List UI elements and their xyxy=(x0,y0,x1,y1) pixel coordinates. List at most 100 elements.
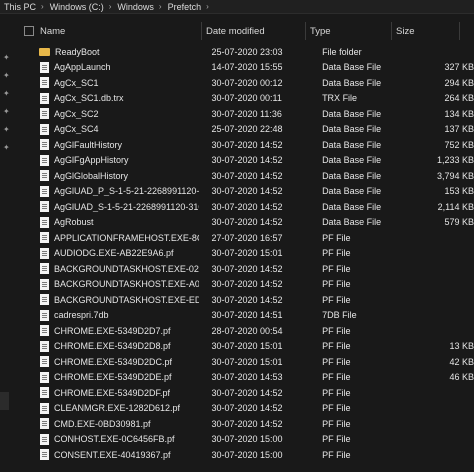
pin-icon[interactable]: ✦ xyxy=(3,144,11,152)
file-row[interactable]: CLEANMGR.EXE-1282D612.pf 30-07-2020 14:52… xyxy=(14,401,474,417)
file-date: 30-07-2020 00:12 xyxy=(211,77,283,88)
file-name: APPLICATIONFRAMEHOST.EXE-8CE9A... xyxy=(54,232,199,243)
file-name-cell: CHROME.EXE-5349D2D8.pf xyxy=(14,340,199,352)
file-row[interactable]: CHROME.EXE-5349D2DE.pf 30-07-2020 14:53 PF… xyxy=(14,370,474,386)
file-date: 30-07-2020 14:52 xyxy=(211,403,283,414)
file-row[interactable]: BACKGROUNDTASKHOST.EXE-A00755... 30-07-20… xyxy=(14,277,474,293)
file-date: 30-07-2020 14:52 xyxy=(211,170,283,181)
navigation-scrollbar[interactable] xyxy=(0,392,9,410)
file-name-cell: ReadyBoot xyxy=(14,47,199,57)
file-name-cell: BACKGROUNDTASKHOST.EXE-A00755... xyxy=(14,278,200,290)
file-type: Data Base File xyxy=(322,155,382,166)
file-row[interactable]: CHROME.EXE-5349D2DC.pf 30-07-2020 15:01 PF… xyxy=(14,354,474,370)
file-name: BACKGROUNDTASKHOST.EXE-A00755... xyxy=(54,279,200,290)
file-name-cell: BACKGROUNDTASKHOST.EXE-020134... xyxy=(14,263,199,275)
file-row[interactable]: AgCx_SC2 30-07-2020 11:36 Data Base File 13… xyxy=(14,106,474,122)
file-row[interactable]: AgGlFaultHistory 30-07-2020 14:52 Data Bas… xyxy=(14,137,474,153)
file-size: 1,233 KB xyxy=(436,155,474,166)
file-name: CHROME.EXE-5349D2DC.pf xyxy=(54,356,173,367)
file-name: AgCx_SC1.db.trx xyxy=(54,93,124,104)
chevron-right-icon[interactable]: › xyxy=(204,2,211,11)
select-all-checkbox[interactable] xyxy=(24,26,34,36)
file-type: 7DB File xyxy=(322,310,357,321)
file-type: PF File xyxy=(322,325,351,336)
chevron-right-icon[interactable]: › xyxy=(107,2,114,11)
file-row[interactable]: AgGlUAD_P_S-1-5-21-2268991120-3109... 30-… xyxy=(14,184,474,200)
file-row[interactable]: CHROME.EXE-5349D2D8.pf 30-07-2020 15:01 PF… xyxy=(14,339,474,355)
chevron-right-icon[interactable]: › xyxy=(157,2,164,11)
column-header-name-label: Name xyxy=(40,25,66,37)
file-date: 30-07-2020 14:52 xyxy=(211,217,283,228)
pin-icon[interactable]: ✦ xyxy=(3,90,11,98)
file-row[interactable]: BACKGROUNDTASKHOST.EXE-020134... 30-07-20… xyxy=(14,261,474,277)
document-icon xyxy=(40,170,49,182)
file-name: CMD.EXE-0BD30981.pf xyxy=(54,418,151,429)
column-header-size[interactable]: Size xyxy=(392,22,460,40)
document-icon xyxy=(40,433,49,445)
file-name: ReadyBoot xyxy=(55,46,100,57)
document-icon xyxy=(40,247,49,259)
column-header-date[interactable]: Date modified xyxy=(202,22,306,40)
file-row[interactable]: CHROME.EXE-5349D2D7.pf 28-07-2020 00:54 PF… xyxy=(14,323,474,339)
file-type: PF File xyxy=(322,232,351,243)
document-icon xyxy=(40,340,49,352)
file-type: Data Base File xyxy=(322,186,382,197)
file-type: Data Base File xyxy=(322,217,382,228)
file-name-cell: CONHOST.EXE-0C6456FB.pf xyxy=(14,433,199,445)
pin-icon[interactable]: ✦ xyxy=(3,108,11,116)
file-type: File folder xyxy=(322,46,362,57)
file-row[interactable]: ReadyBoot 25-07-2020 23:03 File folder xyxy=(14,44,474,60)
file-date: 30-07-2020 14:52 xyxy=(211,418,283,429)
column-header-type[interactable]: Type xyxy=(306,22,392,40)
file-date: 30-07-2020 14:52 xyxy=(211,279,283,290)
file-size: 752 KB xyxy=(444,139,474,150)
file-row[interactable]: AgCx_SC1.db.trx 30-07-2020 00:11 TRX File 2… xyxy=(14,91,474,107)
breadcrumb-prefetch[interactable]: Prefetch xyxy=(164,2,205,12)
file-date: 30-07-2020 00:11 xyxy=(211,93,282,104)
file-row[interactable]: AgCx_SC1 30-07-2020 00:12 Data Base File 29… xyxy=(14,75,474,91)
file-date: 30-07-2020 14:52 xyxy=(211,263,283,274)
file-name-cell: BACKGROUNDTASKHOST.EXE-ED1FC... xyxy=(14,294,199,306)
breadcrumb-this-pc[interactable]: This PC xyxy=(0,2,39,12)
file-row[interactable]: AgCx_SC4 25-07-2020 22:48 Data Base File 13… xyxy=(14,122,474,138)
file-name-cell: CMD.EXE-0BD30981.pf xyxy=(14,418,199,430)
file-date: 25-07-2020 23:03 xyxy=(211,46,283,57)
pin-icon[interactable]: ✦ xyxy=(3,72,11,80)
file-name-cell: CONSENT.EXE-40419367.pf xyxy=(14,449,199,461)
file-row[interactable]: AUDIODG.EXE-AB22E9A6.pf 30-07-2020 15:01 P… xyxy=(14,246,474,262)
file-row[interactable]: AgGlFgAppHistory 30-07-2020 14:52 Data Bas… xyxy=(14,153,474,169)
file-row[interactable]: AgAppLaunch 14-07-2020 15:55 Data Base Fil… xyxy=(14,60,474,76)
document-icon xyxy=(40,325,49,337)
file-type: Data Base File xyxy=(322,124,382,135)
file-row[interactable]: CONSENT.EXE-40419367.pf 30-07-2020 15:00 P… xyxy=(14,447,474,463)
file-row[interactable]: BACKGROUNDTASKHOST.EXE-ED1FC... 30-07-202… xyxy=(14,292,474,308)
file-name: AgCx_SC1 xyxy=(54,77,99,88)
file-type: Data Base File xyxy=(322,77,382,88)
file-row[interactable]: CMD.EXE-0BD30981.pf 30-07-2020 14:52 PF Fi… xyxy=(14,416,474,432)
file-name: AgGlUAD_P_S-1-5-21-2268991120-3109... xyxy=(54,186,200,197)
file-row[interactable]: CHROME.EXE-5349D2DF.pf 30-07-2020 14:52 PF… xyxy=(14,385,474,401)
breadcrumb-windows-c[interactable]: Windows (C:) xyxy=(46,2,107,12)
file-row[interactable]: cadrespri.7db 30-07-2020 14:51 7DB File xyxy=(14,308,474,324)
file-list: ReadyBoot 25-07-2020 23:03 File folder AgAp… xyxy=(14,44,474,463)
pin-icon[interactable]: ✦ xyxy=(3,54,11,62)
file-row[interactable]: CONHOST.EXE-0C6456FB.pf 30-07-2020 15:00 P… xyxy=(14,432,474,448)
file-row[interactable]: APPLICATIONFRAMEHOST.EXE-8CE9A... 27-07-2… xyxy=(14,230,474,246)
file-row[interactable]: AgGlUAD_S-1-5-21-2268991120-3109... 30-07… xyxy=(14,199,474,215)
file-name-cell: AgCx_SC2 xyxy=(14,108,199,120)
file-type: Data Base File xyxy=(322,139,382,150)
file-date: 30-07-2020 14:52 xyxy=(211,155,283,166)
file-row[interactable]: AgRobust 30-07-2020 14:52 Data Base File 57… xyxy=(14,215,474,231)
document-icon xyxy=(40,356,49,368)
chevron-right-icon[interactable]: › xyxy=(39,2,46,11)
file-name-cell: AgCx_SC1 xyxy=(14,77,199,89)
file-date: 14-07-2020 15:55 xyxy=(211,62,283,73)
breadcrumb-windows[interactable]: Windows xyxy=(113,2,157,12)
file-type: PF File xyxy=(322,434,351,445)
file-size: 294 KB xyxy=(444,77,474,88)
pin-icon[interactable]: ✦ xyxy=(3,126,11,134)
file-date: 30-07-2020 14:52 xyxy=(211,294,283,305)
file-row[interactable]: AgGlGlobalHistory 30-07-2020 14:52 Data Ba… xyxy=(14,168,474,184)
column-header-name[interactable]: Name xyxy=(14,22,202,40)
file-name: CHROME.EXE-5349D2D8.pf xyxy=(54,341,171,352)
